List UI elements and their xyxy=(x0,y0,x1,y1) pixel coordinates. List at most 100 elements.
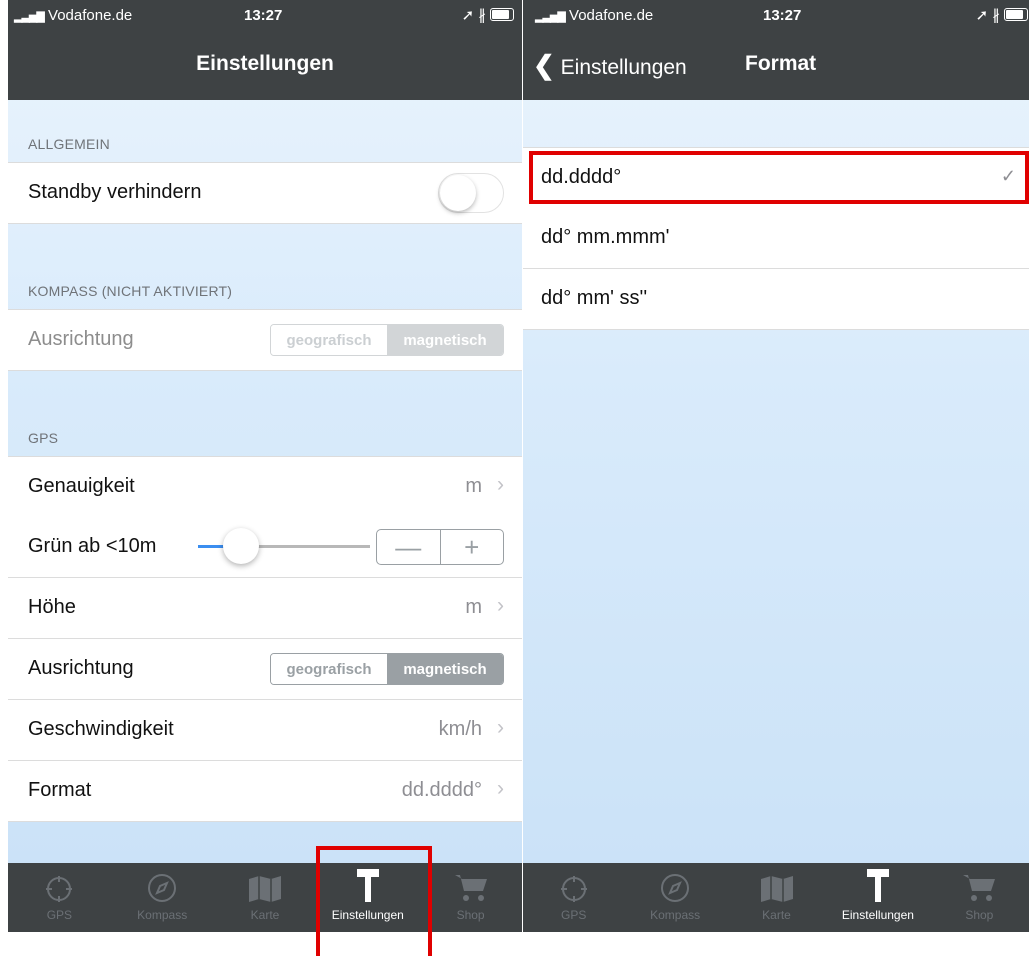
section-header-allgemein: ALLGEMEIN xyxy=(28,136,110,152)
nav-bar: Einstellungen xyxy=(8,32,522,100)
battery-icon xyxy=(1004,8,1028,21)
bluetooth-icon: ∦ xyxy=(992,7,1000,24)
section-header-gps: GPS xyxy=(28,430,59,446)
hoehe-label: Höhe xyxy=(28,596,76,618)
standby-label: Standby verhindern xyxy=(28,181,202,203)
chevron-left-icon: ❮ xyxy=(533,50,555,80)
tab-shop[interactable]: Shop xyxy=(419,863,522,932)
gps-ausrichtung-label: Ausrichtung xyxy=(28,657,134,679)
carrier-label: ▂▃▅▇ Vodafone.de xyxy=(14,7,133,24)
tab-kompass[interactable]: Kompass xyxy=(624,863,725,932)
stepper-plus-button[interactable]: + xyxy=(441,530,504,564)
section-header-kompass: KOMPASS (NICHT AKTIVIERT) xyxy=(28,283,233,299)
tab-label: Karte xyxy=(762,908,791,922)
tab-karte[interactable]: Karte xyxy=(214,863,317,932)
chevron-right-icon: › xyxy=(497,777,504,800)
format-option-row[interactable]: dd° mm.mmm' xyxy=(523,208,1029,269)
compass-icon xyxy=(148,874,177,902)
tab-einstellungen[interactable]: Einstellungen xyxy=(827,863,928,932)
tab-label: Einstellungen xyxy=(841,908,914,922)
stepper-minus-button[interactable]: — xyxy=(377,530,440,564)
gps-ausrichtung-segmented: geografisch magnetisch xyxy=(270,653,504,685)
tab-gps[interactable]: GPS xyxy=(8,863,111,932)
back-label: Einstellungen xyxy=(560,56,687,79)
format-option-label: dd° mm.mmm' xyxy=(541,226,670,248)
geschwindigkeit-label: Geschwindigkeit xyxy=(28,718,174,740)
compass-icon xyxy=(661,874,690,902)
carrier-label: ▂▃▅▇ Vodafone.de xyxy=(535,7,654,24)
page-title: Format xyxy=(745,52,817,75)
slider-knob[interactable] xyxy=(223,528,259,564)
geschwindigkeit-value: km/h xyxy=(438,718,482,740)
chevron-right-icon: › xyxy=(497,716,504,739)
tab-shop[interactable]: Shop xyxy=(929,863,1029,932)
format-row[interactable]: Format dd.dddd° › xyxy=(8,761,522,822)
cart-icon xyxy=(454,875,487,901)
tab-bar: GPS Kompass Karte Einstellungen Shop xyxy=(8,863,522,932)
tab-label: Shop xyxy=(965,908,994,922)
status-icons: ➚ ∦ xyxy=(976,6,1028,24)
tab-gps[interactable]: GPS xyxy=(523,863,624,932)
battery-icon xyxy=(490,8,514,21)
gruen-stepper: — + xyxy=(376,529,504,565)
genauigkeit-row[interactable]: Genauigkeit m › xyxy=(8,456,522,518)
tab-kompass[interactable]: Kompass xyxy=(111,863,214,932)
hammer-icon xyxy=(866,869,889,902)
tab-label: GPS xyxy=(46,908,73,922)
segment-geografisch: geografisch xyxy=(271,325,387,355)
signal-icon: ▂▃▅▇ xyxy=(535,11,566,23)
hoehe-value: m xyxy=(465,596,482,618)
status-time: 13:27 xyxy=(244,7,283,24)
format-label: Format xyxy=(28,779,92,801)
toggle-knob xyxy=(440,175,476,211)
highlight-box-einstellungen-tab xyxy=(316,846,432,956)
geschwindigkeit-row[interactable]: Geschwindigkeit km/h › xyxy=(8,700,522,761)
kompass-ausrichtung-segmented: geografisch magnetisch xyxy=(270,324,504,356)
format-value: dd.dddd° xyxy=(401,779,482,801)
tab-label: GPS xyxy=(561,908,587,922)
status-bar: ▂▃▅▇ Vodafone.de 13:27 ➚ ∦ xyxy=(8,0,522,32)
segment-magnetisch[interactable]: magnetisch xyxy=(387,654,503,684)
genauigkeit-value: m xyxy=(465,475,482,497)
signal-icon: ▂▃▅▇ xyxy=(14,11,45,23)
status-icons: ➚ ∦ xyxy=(462,6,514,24)
genauigkeit-label: Genauigkeit xyxy=(28,475,135,497)
gruen-label: Grün ab <10m xyxy=(28,535,157,557)
tab-bar: GPS Kompass Karte Einstellungen Shop xyxy=(523,863,1029,932)
map-icon xyxy=(248,876,281,902)
segment-magnetisch: magnetisch xyxy=(387,325,503,355)
tab-label: Kompass xyxy=(650,908,701,922)
format-option-row[interactable]: dd° mm' ss'' xyxy=(523,269,1029,330)
standby-toggle[interactable] xyxy=(438,173,504,213)
standby-row: Standby verhindern xyxy=(8,162,522,224)
crosshair-icon xyxy=(560,876,587,902)
location-icon: ➚ xyxy=(975,7,989,24)
map-icon xyxy=(760,876,793,902)
cart-icon xyxy=(963,875,996,901)
hoehe-row[interactable]: Höhe m › xyxy=(8,578,522,639)
tab-label: Kompass xyxy=(137,908,188,922)
status-bar: ▂▃▅▇ Vodafone.de 13:27 ➚ ∦ xyxy=(523,0,1029,32)
tab-label: Shop xyxy=(456,908,485,922)
bluetooth-icon: ∦ xyxy=(478,7,486,24)
chevron-right-icon: › xyxy=(497,473,504,496)
format-screen: ▂▃▅▇ Vodafone.de 13:27 ➚ ∦ ❮ Einstellung… xyxy=(522,0,1029,932)
tab-label: Karte xyxy=(250,908,280,922)
page-title: Einstellungen xyxy=(196,52,334,75)
crosshair-icon xyxy=(46,876,73,902)
gps-ausrichtung-row: Ausrichtung geografisch magnetisch xyxy=(8,639,522,700)
location-icon: ➚ xyxy=(461,7,475,24)
kompass-ausrichtung-row: Ausrichtung geografisch magnetisch xyxy=(8,309,522,371)
back-button[interactable]: ❮ Einstellungen xyxy=(533,50,687,81)
segment-geografisch[interactable]: geografisch xyxy=(271,654,387,684)
chevron-right-icon: › xyxy=(497,594,504,617)
gruen-slider[interactable] xyxy=(198,528,370,564)
highlight-box-format-option xyxy=(529,151,1029,204)
gruen-row: Grün ab <10m — + xyxy=(8,517,522,578)
settings-screen: ▂▃▅▇ Vodafone.de 13:27 ➚ ∦ Einstellungen… xyxy=(8,0,522,932)
tab-karte[interactable]: Karte xyxy=(726,863,827,932)
status-time: 13:27 xyxy=(763,7,802,24)
kompass-ausrichtung-label: Ausrichtung xyxy=(28,328,134,350)
nav-bar: ❮ Einstellungen Format xyxy=(523,32,1029,100)
format-option-label: dd° mm' ss'' xyxy=(541,287,648,309)
